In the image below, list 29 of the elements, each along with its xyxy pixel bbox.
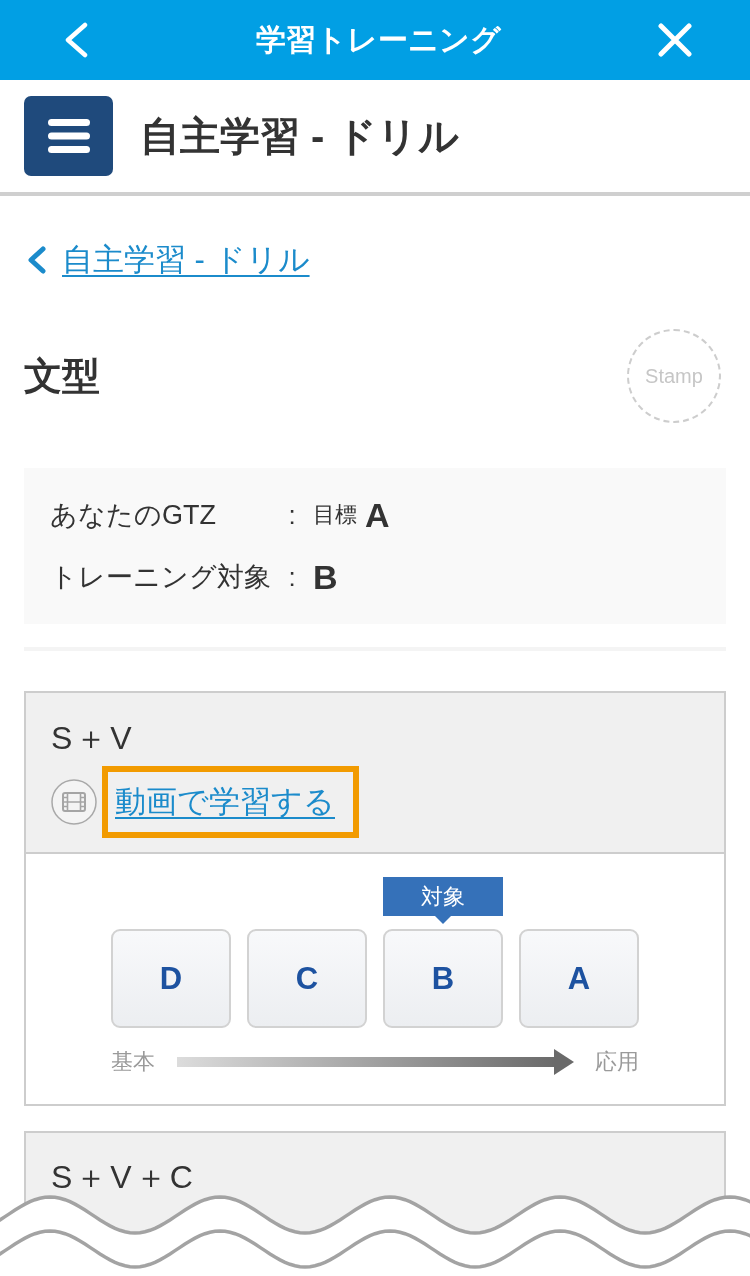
- stamp-area: Stamp: [627, 329, 721, 423]
- close-icon: [658, 23, 692, 57]
- scale-end-label: 応用: [595, 1048, 639, 1076]
- menu-icon: [47, 119, 90, 153]
- close-button[interactable]: [658, 23, 692, 57]
- breadcrumb-link[interactable]: 自主学習 - ドリル: [62, 240, 310, 280]
- level-button[interactable]: A: [519, 929, 639, 1028]
- level-button[interactable]: C: [247, 929, 367, 1028]
- summary-label: トレーニング対象: [50, 561, 272, 594]
- pattern-title: S＋V＋C: [51, 1160, 197, 1194]
- colon-separator: :: [287, 561, 297, 594]
- target-badge: 対象: [383, 877, 503, 924]
- menu-button[interactable]: [24, 96, 113, 176]
- summary-label: あなたのGTZ: [50, 499, 217, 532]
- pattern-title: S＋V: [51, 719, 136, 758]
- section-title: 文型: [24, 354, 100, 399]
- back-button[interactable]: [64, 22, 88, 58]
- chevron-left-icon: [26, 246, 46, 274]
- scale-start-label: 基本: [111, 1048, 155, 1076]
- level-button[interactable]: D: [111, 929, 231, 1028]
- film-icon: [51, 779, 97, 825]
- goal-label: 目標: [313, 501, 357, 529]
- colon-separator: :: [287, 499, 297, 532]
- grade-value: A: [365, 495, 390, 535]
- grade-value: B: [313, 557, 338, 597]
- page-title: 自主学習 - ドリル: [140, 113, 459, 160]
- back-icon: [64, 22, 88, 58]
- level-button[interactable]: B: [383, 929, 503, 1028]
- app-title: 学習トレーニング: [255, 22, 501, 58]
